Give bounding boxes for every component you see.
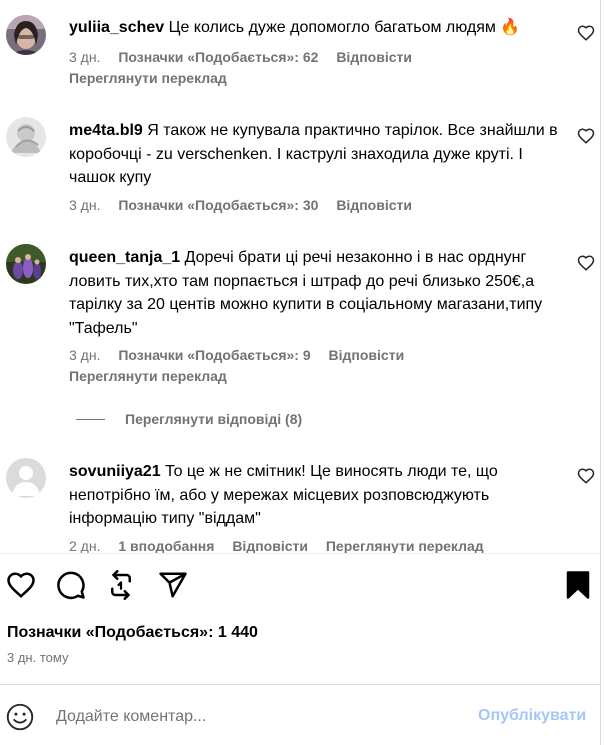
reply-button[interactable]: Відповісти [336,197,412,213]
avatar[interactable] [6,15,46,55]
comment-likes[interactable]: Позначки «Подобається»: 62 [118,49,318,65]
post-likes-count[interactable]: Позначки «Подобається»: 1 440 [7,624,258,642]
avatar[interactable] [6,117,46,157]
comment-username[interactable]: me4ta.bl9 [69,122,143,139]
bookmark-icon[interactable] [563,570,593,600]
comment-text: queen_tanja_1 Доречі брати ці речі незак… [69,246,559,340]
translate-link[interactable]: Переглянути переклад [69,368,227,384]
heart-icon[interactable] [577,467,595,485]
reply-button[interactable]: Відповісти [232,538,308,553]
comment-text: sovuniiya21 То це ж не смітник! Це винос… [69,460,559,531]
comment-text: me4ta.bl9 Я також не купувала практично … [69,119,559,190]
like-icon[interactable] [6,570,36,600]
translate-link[interactable]: Переглянути переклад [69,70,227,86]
heart-icon[interactable] [577,127,595,145]
view-replies-button[interactable]: Переглянути відповіді (8) [76,411,302,427]
comment-text: yuliia_schev Це колись дуже допомогло ба… [69,16,559,40]
add-comment-bar: Опублікувати [0,684,600,745]
action-bar [0,568,600,604]
view-replies-label[interactable]: Переглянути відповіді (8) [125,411,302,427]
share-icon[interactable] [158,570,188,600]
post-time[interactable]: 3 дн. тому [7,650,68,665]
comment-username[interactable]: queen_tanja_1 [69,249,180,266]
comment-likes[interactable]: Позначки «Подобається»: 30 [118,197,318,213]
comment-input[interactable] [56,705,456,729]
comment-body: Я також не купувала практично тарілок. В… [69,122,558,186]
comments-list: yuliia_schev Це колись дуже допомогло ба… [0,0,604,553]
avatar[interactable] [6,458,46,498]
comment-meta: 3 дн. Позначки «Подобається»: 30 Відпові… [69,197,426,213]
heart-icon[interactable] [577,24,595,42]
comment-meta: 3 дн. Позначки «Подобається»: 9 Відповіс… [69,347,418,363]
comment-likes[interactable]: 1 вподобання [118,538,214,553]
comment-meta: 2 дн. 1 вподобання Відповісти Переглянут… [69,538,498,553]
comment-username[interactable]: sovuniiya21 [69,463,161,480]
comment-meta: 3 дн. Позначки «Подобається»: 62 Відпові… [69,49,426,65]
repost-icon[interactable] [106,570,136,600]
avatar[interactable] [6,244,46,284]
comment-likes[interactable]: Позначки «Подобається»: 9 [118,347,310,363]
panel-border [600,0,601,745]
comment-time[interactable]: 2 дн. [69,538,100,553]
comment-username[interactable]: yuliia_schev [69,19,164,36]
comment-time[interactable]: 3 дн. [69,49,100,65]
comment-time[interactable]: 3 дн. [69,197,100,213]
comment-icon[interactable] [56,570,86,600]
emoji-icon[interactable] [6,703,34,731]
reply-button[interactable]: Відповісти [336,49,412,65]
translate-link[interactable]: Переглянути переклад [326,538,484,553]
comment-body: Це колись дуже допомогло багатьом людям … [168,19,521,36]
reply-button[interactable]: Відповісти [329,347,405,363]
publish-button[interactable]: Опублікувати [478,707,586,725]
section-divider [0,553,600,554]
heart-icon[interactable] [577,254,595,272]
comment-time[interactable]: 3 дн. [69,347,100,363]
replies-divider-line [76,418,105,420]
